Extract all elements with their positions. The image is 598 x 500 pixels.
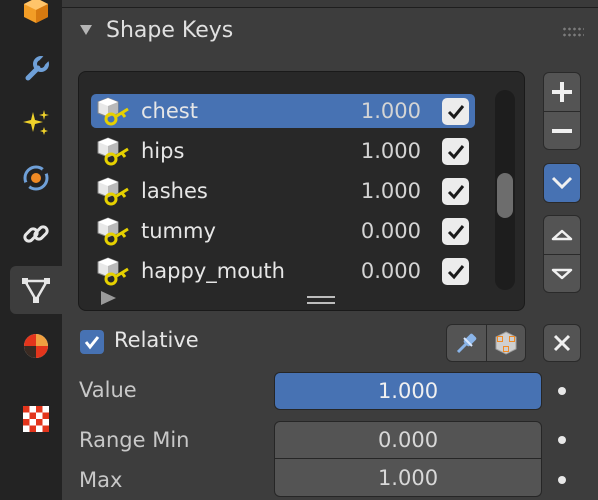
shape-key-icon [97,257,131,291]
chevron-down-icon [551,176,573,190]
range-min-keyframe-dot-icon[interactable] [558,436,566,444]
specials-menu-group [543,163,581,203]
shape-key-value[interactable]: 0.000 [361,259,421,283]
wrench-icon [25,55,50,81]
shape-key-value[interactable]: 0.000 [361,219,421,243]
shape-key-name[interactable]: hips [141,139,184,163]
checkmark-icon [447,264,464,279]
orange-cube-icon [24,0,48,23]
range-min-label: Range Min [79,428,190,452]
panel-header[interactable]: Shape Keys [62,8,598,56]
checkmark-icon [447,144,464,159]
constraints-tab[interactable] [10,210,62,258]
shape-key-lock-button[interactable] [447,325,486,361]
max-label: Max [79,468,123,492]
sparkles-icon [23,110,49,135]
list-resize-handle[interactable] [307,296,335,304]
edit-mesh-icon [495,331,517,355]
remove-shape-key-button[interactable] [544,111,580,149]
checkmark-icon [84,336,100,350]
range-min-field[interactable]: 0.000 [274,421,542,459]
max-keyframe-dot-icon[interactable] [558,476,566,484]
list-scrollbar-thumb[interactable] [497,173,513,218]
shape-key-row-happy-mouth[interactable]: happy_mouth 0.000 [91,254,475,288]
shape-key-icon [97,217,131,251]
shape-key-name[interactable]: tummy [141,219,216,243]
move-group [543,215,581,293]
move-down-button[interactable] [544,254,580,292]
shape-key-row-lashes[interactable]: lashes 1.000 [91,174,475,208]
collapse-arrow-icon[interactable] [80,25,92,35]
orbit-icon [23,165,49,191]
shape-key-row-hips[interactable]: hips 1.000 [91,134,475,168]
checkmark-icon [447,184,464,199]
shape-key-value[interactable]: 1.000 [361,139,421,163]
properties-editor: Shape Keys chest 1.000 hips 1.000 lashes… [62,0,598,500]
shape-key-icon [97,177,131,211]
edit-mode-tools [446,324,526,362]
plus-icon [552,82,572,102]
physics-tab[interactable] [10,154,62,202]
shape-key-mute-checkbox[interactable] [442,258,469,285]
list-filter-expand-icon[interactable] [101,291,116,305]
shape-key-list: chest 1.000 hips 1.000 lashes 1.000 tummy 0.… [78,71,525,311]
shape-key-value[interactable]: 1.000 [361,99,421,123]
triangle-down-icon [551,268,573,279]
shape-key-mute-checkbox[interactable] [442,98,469,125]
shape-key-specials-button[interactable] [544,164,580,202]
shape-key-mute-checkbox[interactable] [442,178,469,205]
triangle-up-icon [551,229,573,241]
relative-label[interactable]: Relative [114,328,199,352]
object-data-tab[interactable] [10,266,62,314]
clear-shape-keys-button[interactable] [543,324,581,362]
close-icon [553,334,571,352]
material-sphere-icon [24,334,48,358]
shape-keys-panel: Shape Keys chest 1.000 hips 1.000 lashes… [62,8,598,500]
properties-tab-strip [0,0,62,500]
move-up-button[interactable] [544,216,580,254]
texture-tab[interactable] [10,395,62,443]
checker-icon [23,406,49,432]
shape-key-value[interactable]: 1.000 [361,179,421,203]
add-shape-key-button[interactable] [544,73,580,111]
previous-panel-edge [62,0,598,8]
shape-key-name[interactable]: happy_mouth [141,259,285,283]
panel-title: Shape Keys [106,18,234,43]
pin-icon [456,333,476,354]
object-tab[interactable] [10,0,62,34]
minus-icon [552,128,572,133]
shape-key-name[interactable]: lashes [141,179,208,203]
drag-grip-icon[interactable] [562,26,584,38]
shape-key-mute-checkbox[interactable] [442,138,469,165]
shape-key-mute-checkbox[interactable] [442,218,469,245]
modifiers-tab[interactable] [10,44,62,92]
shape-key-icon [97,137,131,171]
checkmark-icon [447,224,464,239]
value-keyframe-dot-icon[interactable] [558,387,566,395]
particles-tab[interactable] [10,99,62,147]
shape-key-edit-mode-button[interactable] [486,325,525,361]
relative-checkbox[interactable] [80,330,104,354]
chain-link-icon [23,225,49,243]
shape-key-name[interactable]: chest [141,99,198,123]
shape-key-icon [97,97,131,131]
value-slider[interactable]: 1.000 [274,372,542,410]
material-tab[interactable] [10,322,62,370]
shape-key-row-chest[interactable]: chest 1.000 [91,94,475,128]
checkmark-icon [447,104,464,119]
value-label: Value [79,378,137,402]
mesh-triangle-icon [22,278,50,303]
shape-key-row-tummy[interactable]: tummy 0.000 [91,214,475,248]
max-field[interactable]: 1.000 [274,459,542,497]
add-remove-group [543,72,581,150]
